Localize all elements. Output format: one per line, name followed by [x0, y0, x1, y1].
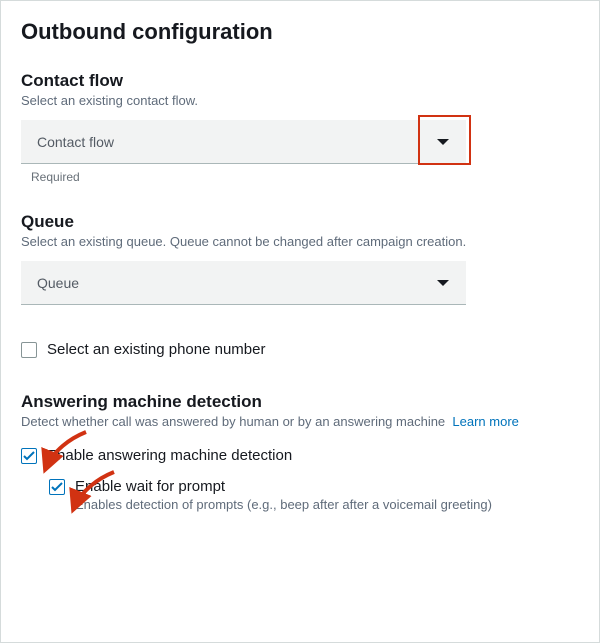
amd-helper-text: Detect whether call was answered by huma…: [21, 414, 445, 429]
wait-for-prompt-row[interactable]: Enable wait for prompt: [49, 478, 579, 495]
queue-section: Queue Select an existing queue. Queue ca…: [21, 212, 579, 305]
wait-for-prompt-block: Enable wait for prompt Enables detection…: [49, 478, 579, 512]
phone-number-label: Select an existing phone number: [47, 341, 265, 358]
queue-select[interactable]: Queue: [21, 261, 466, 305]
contact-flow-placeholder: Contact flow: [37, 134, 114, 150]
queue-placeholder: Queue: [37, 275, 79, 291]
enable-amd-label: Enable answering machine detection: [47, 447, 292, 464]
contact-flow-required: Required: [31, 170, 579, 184]
phone-number-section: Select an existing phone number: [21, 341, 579, 358]
enable-amd-row[interactable]: Enable answering machine detection: [21, 447, 579, 464]
enable-amd-checkbox[interactable]: [21, 448, 37, 464]
chevron-down-icon: [436, 138, 450, 146]
amd-heading: Answering machine detection: [21, 392, 579, 412]
queue-helper: Select an existing queue. Queue cannot b…: [21, 234, 579, 249]
contact-flow-select[interactable]: Contact flow: [21, 120, 466, 164]
wait-for-prompt-desc: Enables detection of prompts (e.g., beep…: [75, 497, 579, 512]
phone-number-checkbox[interactable]: [21, 342, 37, 358]
amd-helper: Detect whether call was answered by huma…: [21, 414, 579, 429]
amd-section: Answering machine detection Detect wheth…: [21, 392, 579, 512]
queue-heading: Queue: [21, 212, 579, 232]
outbound-config-panel: Outbound configuration Contact flow Sele…: [0, 0, 600, 643]
chevron-down-icon: [436, 279, 450, 287]
learn-more-link[interactable]: Learn more: [452, 414, 518, 429]
phone-number-checkbox-row[interactable]: Select an existing phone number: [21, 341, 579, 358]
contact-flow-heading: Contact flow: [21, 71, 579, 91]
wait-for-prompt-label: Enable wait for prompt: [75, 478, 225, 495]
contact-flow-section: Contact flow Select an existing contact …: [21, 71, 579, 184]
wait-for-prompt-checkbox[interactable]: [49, 479, 65, 495]
page-title: Outbound configuration: [21, 19, 579, 45]
contact-flow-helper: Select an existing contact flow.: [21, 93, 579, 108]
